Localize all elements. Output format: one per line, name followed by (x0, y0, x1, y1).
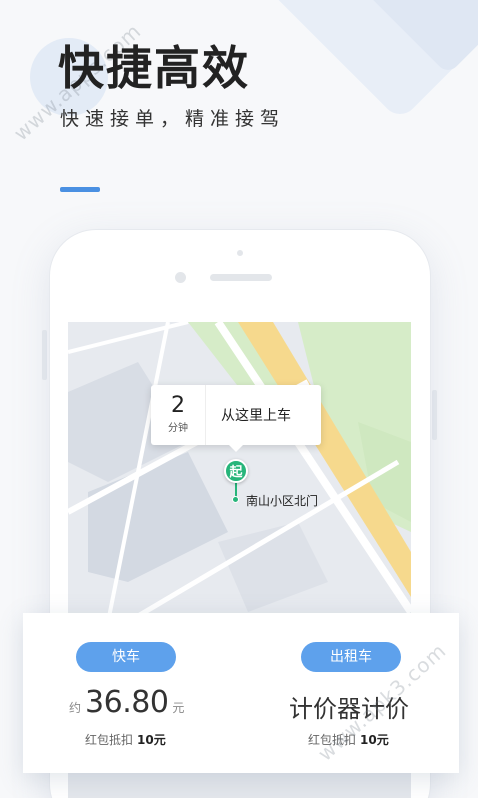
discount-label: 红包抵扣 (85, 733, 134, 747)
page-subtitle: 快速接单，精准接驾 (60, 108, 286, 130)
pin-dot (232, 496, 239, 503)
pickup-callout[interactable]: 2 分钟 从这里上车 (151, 385, 321, 452)
pickup-prompt: 从这里上车 (221, 408, 291, 424)
express-car-tab[interactable]: 快车 (76, 642, 176, 672)
start-pin-icon[interactable]: 起 (224, 459, 248, 483)
eta-box: 2 分钟 (151, 385, 206, 445)
eta-value: 2 (171, 393, 185, 418)
price-suffix: 元 (172, 701, 185, 715)
discount-value: 10元 (360, 733, 389, 747)
place-name: 南山小区北门 (246, 494, 319, 508)
phone-sensor (237, 250, 243, 256)
price-value: 36.80 (85, 685, 169, 720)
page-title: 快捷高效 (58, 41, 250, 95)
express-discount: 红包抵扣 10元 (85, 731, 166, 748)
taxi-tab[interactable]: 出租车 (301, 642, 401, 672)
discount-value: 10元 (137, 733, 166, 747)
phone-side-button (432, 390, 437, 440)
phone-side-button (42, 330, 47, 380)
price-prefix: 约 (69, 701, 82, 715)
accent-divider (60, 187, 100, 192)
map-lower-edge (68, 773, 411, 798)
express-price: 约 36.80 元 (69, 685, 184, 725)
phone-camera (175, 272, 186, 283)
phone-speaker (210, 274, 272, 281)
eta-unit: 分钟 (168, 423, 188, 434)
